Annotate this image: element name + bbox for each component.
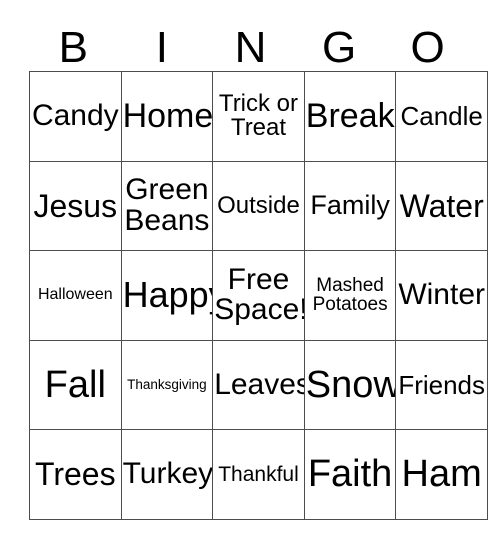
bingo-cell-label: Leaves xyxy=(214,367,305,401)
bingo-cell-label: Water xyxy=(399,187,484,224)
bingo-cell[interactable]: Green Beans xyxy=(120,160,214,252)
bingo-cell-label: Happy xyxy=(122,274,212,316)
bingo-cell[interactable]: Water xyxy=(395,160,488,252)
bingo-header-letter: O xyxy=(410,23,445,73)
bingo-cell[interactable]: Trick or Treat xyxy=(212,71,305,162)
bingo-cell[interactable]: Break xyxy=(303,71,397,162)
bingo-cell-label: Fall xyxy=(44,363,106,406)
bingo-cell-label: Snow xyxy=(305,363,396,406)
bingo-cell[interactable]: Leaves xyxy=(212,339,305,431)
bingo-cell[interactable]: Mashed Potatoes xyxy=(303,250,397,341)
bingo-cell[interactable]: Jesus xyxy=(29,160,122,252)
bingo-cell-label: Trick or Treat xyxy=(218,89,299,142)
bingo-cell-label: Turkey xyxy=(122,457,213,491)
bingo-cell-label: Halloween xyxy=(37,286,113,304)
bingo-cell[interactable]: Snow xyxy=(303,339,397,431)
bingo-cell-label: Candy xyxy=(31,99,119,132)
bingo-cell-label: Break xyxy=(305,96,395,135)
bingo-cell-label: Thanksgiving xyxy=(127,377,207,393)
bingo-header-row: BINGO xyxy=(29,12,472,71)
bingo-cell-label: Thankful xyxy=(218,462,299,486)
bingo-cell-label: Winter xyxy=(398,278,486,312)
bingo-cell-label: Trees xyxy=(34,456,116,493)
bingo-cell-label: Free Space! xyxy=(214,262,305,327)
bingo-cell[interactable]: Faith xyxy=(303,429,397,520)
bingo-cell[interactable]: Candle xyxy=(395,71,488,162)
bingo-header-letter: G xyxy=(321,23,357,73)
bingo-header-cell: O xyxy=(383,12,472,71)
bingo-cell-label: Outside xyxy=(217,191,300,219)
bingo-cell[interactable]: Home xyxy=(120,71,214,162)
bingo-cell-label: Ham xyxy=(401,453,482,496)
bingo-cell-label: Home xyxy=(122,96,213,135)
bingo-row: Trees Turkey Thankful Faith Ham xyxy=(29,429,488,520)
bingo-row: Halloween HappyFree Space!Mashed Potatoes… xyxy=(29,250,488,341)
bingo-header-letter: I xyxy=(155,23,168,73)
bingo-cell[interactable]: Outside xyxy=(212,160,305,252)
bingo-cell-label: Candle xyxy=(400,101,483,132)
bingo-grid-body: Candy Home Trick or Treat Break Candle Jesus G… xyxy=(29,71,488,520)
bingo-cell[interactable]: Thanksgiving xyxy=(120,339,214,431)
bingo-cell[interactable]: Trees xyxy=(29,429,122,520)
bingo-card: B I N G O Candy Home Trick or Treat Break Candle… xyxy=(29,12,488,520)
bingo-cell[interactable]: Free Space! xyxy=(212,250,305,341)
bingo-grid: Candy Home Trick or Treat Break Candle Jesus G… xyxy=(29,71,488,520)
bingo-cell-label: Mashed Potatoes xyxy=(312,275,388,316)
bingo-cell[interactable]: Thankful xyxy=(212,429,305,520)
bingo-header-cell: G xyxy=(295,12,384,71)
bingo-cell[interactable]: Winter xyxy=(395,250,488,341)
bingo-cell[interactable]: Happy xyxy=(120,250,214,341)
bingo-header-letter: N xyxy=(234,23,267,73)
bingo-cell[interactable]: Turkey xyxy=(120,429,214,520)
bingo-row: Jesus Green Beans Outside Family Water xyxy=(29,160,488,252)
bingo-cell[interactable]: Fall xyxy=(29,339,122,431)
bingo-header-cell: B xyxy=(29,12,118,71)
bingo-cell[interactable]: Ham xyxy=(395,429,488,520)
bingo-cell[interactable]: Halloween xyxy=(29,250,122,341)
bingo-header-cell: I xyxy=(118,12,207,71)
bingo-cell-label: Family xyxy=(310,190,390,221)
bingo-row: Candy Home Trick or Treat Break Candle xyxy=(29,71,488,162)
bingo-cell-label: Friends xyxy=(398,369,486,400)
bingo-cell-label: Faith xyxy=(307,453,393,496)
bingo-cell-label: Jesus xyxy=(33,187,118,224)
bingo-cell[interactable]: Family xyxy=(303,160,397,252)
bingo-cell[interactable]: Candy xyxy=(29,71,122,162)
bingo-row: Fall Thanksgiving Leaves Snow Friends xyxy=(29,339,488,431)
bingo-header-cell: N xyxy=(206,12,295,71)
bingo-header-letter: B xyxy=(58,23,88,73)
bingo-cell-label: Green Beans xyxy=(124,173,210,237)
bingo-cell[interactable]: Friends xyxy=(395,339,488,431)
